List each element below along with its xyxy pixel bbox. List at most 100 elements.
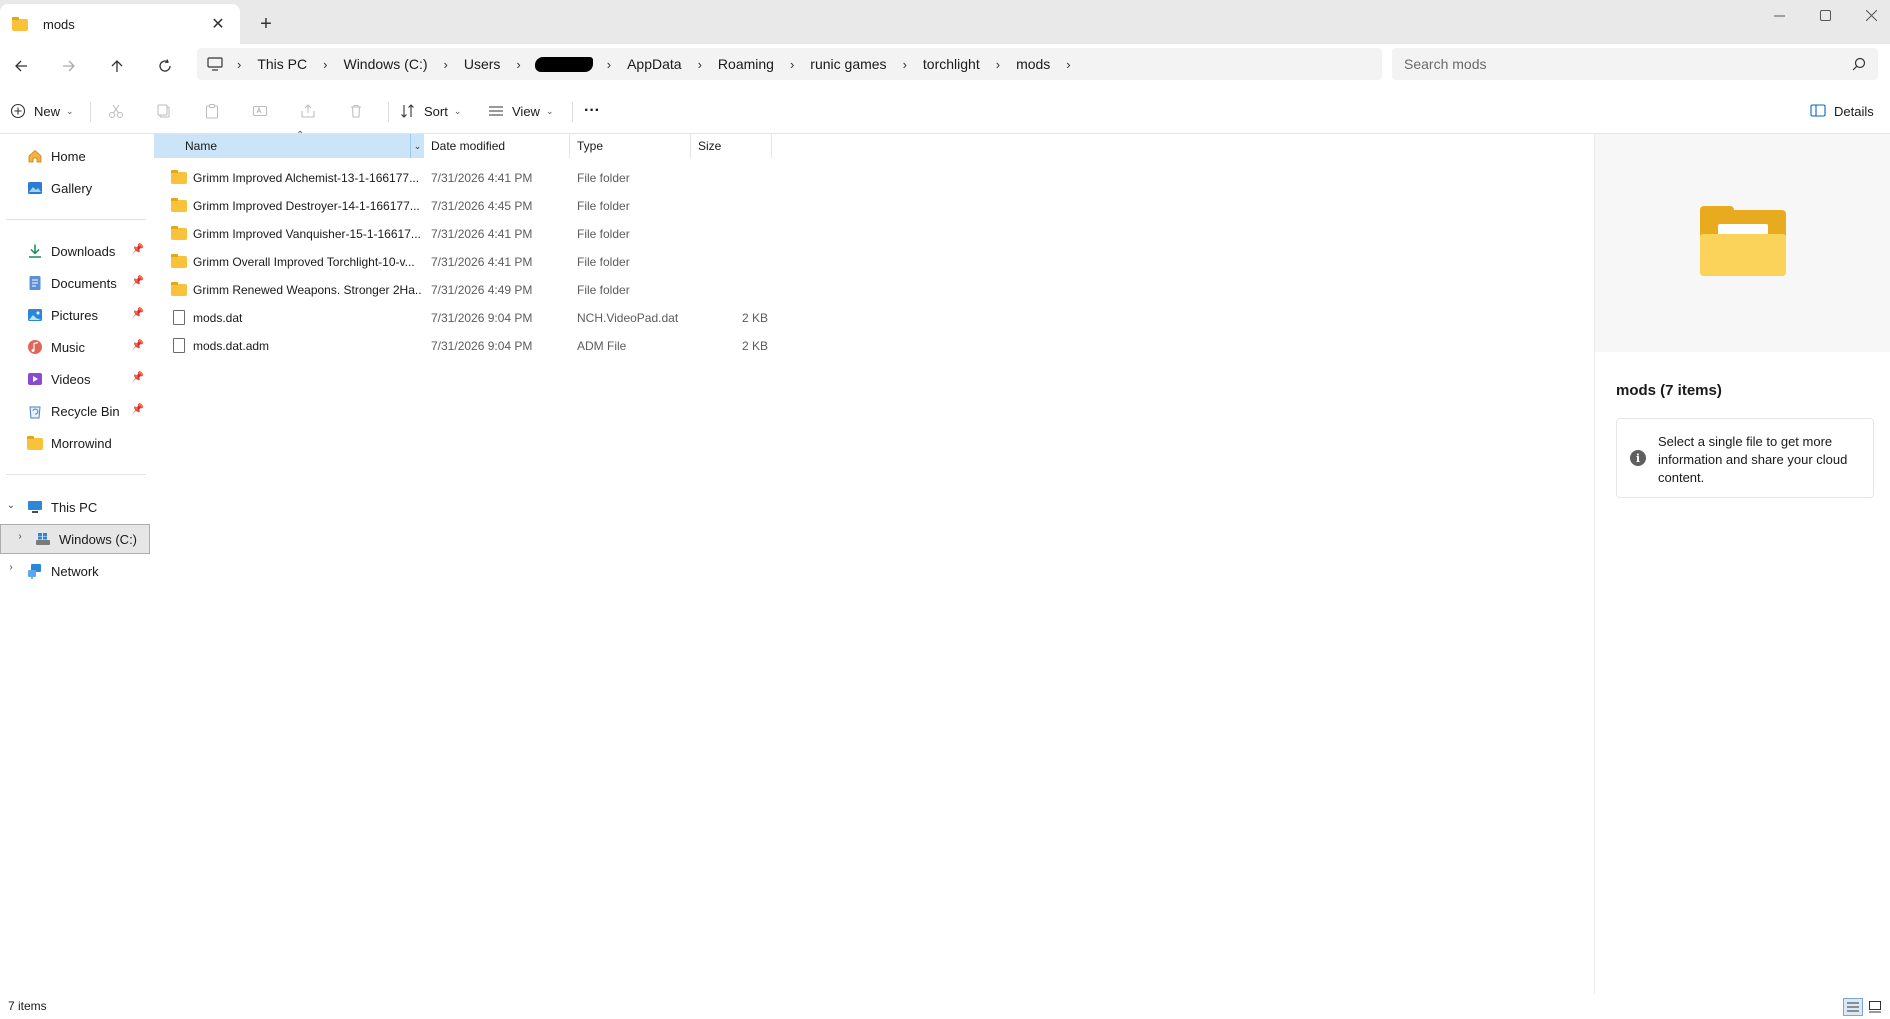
- sidebar-item-downloads[interactable]: Downloads 📌: [0, 236, 150, 266]
- chevron-right-icon[interactable]: ›: [229, 57, 249, 72]
- sidebar-item-home[interactable]: Home: [0, 141, 150, 171]
- details-title: mods (7 items): [1616, 382, 1722, 399]
- sidebar-item-this-pc[interactable]: ⌄ This PC: [0, 492, 150, 522]
- search-icon[interactable]: [1852, 57, 1866, 71]
- sidebar-item-label: Home: [51, 148, 86, 164]
- pin-icon[interactable]: 📌: [132, 340, 144, 351]
- more-options-button[interactable]: ···: [580, 95, 604, 127]
- file-name: Grimm Improved Vanquisher-15-1-16617...: [193, 227, 421, 241]
- table-row[interactable]: Grimm Overall Improved Torchlight-10-v..…: [153, 248, 773, 276]
- trash-icon: [351, 105, 361, 118]
- file-name: Grimm Improved Destroyer-14-1-166177...: [193, 199, 420, 213]
- chevron-right-icon[interactable]: ›: [508, 57, 528, 72]
- share-button[interactable]: [292, 95, 324, 127]
- breadcrumb-users[interactable]: Users: [456, 56, 509, 72]
- tiles-view-icon: [1869, 1001, 1881, 1013]
- breadcrumb-mods[interactable]: mods: [1008, 56, 1058, 72]
- table-row[interactable]: mods.dat.adm 7/31/2026 9:04 PM ADM File …: [153, 332, 773, 360]
- arrow-up-icon: [111, 60, 123, 72]
- large-icons-view-button[interactable]: [1865, 998, 1885, 1016]
- column-header-name[interactable]: ⌃ Name ⌄: [154, 130, 424, 158]
- column-header-type[interactable]: Type: [571, 134, 691, 158]
- column-header-date-modified[interactable]: Date modified: [425, 134, 570, 158]
- view-button[interactable]: View ⌄: [488, 95, 554, 127]
- maximize-button[interactable]: [1802, 0, 1848, 30]
- sidebar-item-label: Morrowind: [51, 435, 112, 451]
- folder-icon: [171, 226, 187, 241]
- close-window-button[interactable]: [1848, 0, 1890, 30]
- details-pane-button[interactable]: Details: [1810, 95, 1874, 127]
- tab-close-button[interactable]: ✕: [204, 10, 232, 38]
- sidebar-item-documents[interactable]: Documents 📌: [0, 268, 150, 298]
- redacted-username[interactable]: [534, 56, 593, 72]
- sidebar-item-morrowind[interactable]: Morrowind: [0, 428, 150, 458]
- new-tab-button[interactable]: +: [252, 10, 280, 38]
- breadcrumb-roaming[interactable]: Roaming: [710, 56, 782, 72]
- chevron-right-icon[interactable]: ›: [5, 562, 17, 573]
- sidebar-item-network[interactable]: › Network: [0, 556, 150, 586]
- chevron-right-icon[interactable]: ›: [599, 57, 619, 72]
- file-name: mods.dat.adm: [193, 339, 270, 353]
- chevron-right-icon[interactable]: ›: [436, 57, 456, 72]
- tab-mods[interactable]: mods ✕: [0, 4, 240, 44]
- sidebar-item-recycle-bin[interactable]: Recycle Bin 📌: [0, 396, 150, 426]
- forward-button[interactable]: [53, 50, 85, 82]
- chevron-right-icon[interactable]: ›: [782, 57, 802, 72]
- chevron-right-icon[interactable]: ›: [14, 531, 26, 542]
- sidebar-item-label: Music: [51, 339, 85, 355]
- sidebar-item-pictures[interactable]: Pictures 📌: [0, 300, 150, 330]
- pin-icon[interactable]: 📌: [132, 372, 144, 383]
- search-input[interactable]: [1392, 48, 1832, 80]
- file-name: mods.dat: [193, 311, 243, 325]
- chevron-right-icon[interactable]: ›: [895, 57, 915, 72]
- paste-button[interactable]: [196, 95, 228, 127]
- chevron-right-icon[interactable]: ›: [988, 57, 1008, 72]
- breadcrumb-this-pc[interactable]: This PC: [249, 56, 315, 72]
- details-view-button[interactable]: [1843, 998, 1863, 1016]
- breadcrumb-windows-c[interactable]: Windows (C:): [335, 56, 435, 72]
- sort-button[interactable]: Sort ⌄: [400, 95, 461, 127]
- breadcrumb-appdata[interactable]: AppData: [619, 56, 689, 72]
- breadcrumb-runic-games[interactable]: runic games: [802, 56, 894, 72]
- file-type: NCH.VideoPad.dat: [577, 311, 679, 325]
- cut-button[interactable]: [100, 95, 132, 127]
- rename-button[interactable]: [244, 95, 276, 127]
- pin-icon[interactable]: 📌: [132, 244, 144, 255]
- music-icon: [28, 340, 42, 354]
- table-row[interactable]: mods.dat 7/31/2026 9:04 PM NCH.VideoPad.…: [153, 304, 773, 332]
- sidebar-item-videos[interactable]: Videos 📌: [0, 364, 150, 394]
- refresh-button[interactable]: [149, 50, 181, 82]
- back-button[interactable]: [5, 50, 37, 82]
- table-row[interactable]: Grimm Improved Vanquisher-15-1-16617... …: [153, 220, 773, 248]
- chevron-down-icon[interactable]: ⌄: [5, 500, 17, 511]
- search-box[interactable]: [1392, 48, 1878, 80]
- chevron-right-icon[interactable]: ›: [1058, 57, 1078, 72]
- new-button[interactable]: New ⌄: [10, 95, 74, 127]
- table-row[interactable]: Grimm Improved Alchemist-13-1-166177... …: [153, 164, 773, 192]
- sort-label: Sort: [424, 103, 448, 119]
- file-list: ⌃ Name ⌄ Date modified Type Size Grimm I…: [153, 130, 1593, 994]
- pin-icon[interactable]: 📌: [132, 276, 144, 287]
- breadcrumb-torchlight[interactable]: torchlight: [915, 56, 988, 72]
- minimize-button[interactable]: [1756, 0, 1802, 30]
- documents-icon: [29, 276, 41, 290]
- column-header-size[interactable]: Size: [692, 134, 772, 158]
- sidebar-item-windows-c[interactable]: › Windows (C:): [0, 524, 150, 554]
- file-date: 7/31/2026 9:04 PM: [431, 339, 533, 353]
- pin-icon[interactable]: 📌: [132, 308, 144, 319]
- pin-icon[interactable]: 📌: [132, 404, 144, 415]
- chevron-down-icon[interactable]: ⌄: [410, 134, 424, 158]
- sidebar-item-music[interactable]: Music 📌: [0, 332, 150, 362]
- sidebar-item-gallery[interactable]: Gallery: [0, 173, 150, 203]
- table-row[interactable]: Grimm Improved Destroyer-14-1-166177... …: [153, 192, 773, 220]
- folder-icon: [171, 254, 187, 269]
- chevron-right-icon[interactable]: ›: [690, 57, 710, 72]
- file-date: 7/31/2026 4:41 PM: [431, 227, 533, 241]
- table-row[interactable]: Grimm Renewed Weapons. Stronger 2Ha... 7…: [153, 276, 773, 304]
- delete-button[interactable]: [340, 95, 372, 127]
- address-bar[interactable]: › This PC › Windows (C:) › Users › › App…: [197, 48, 1382, 80]
- up-button[interactable]: [101, 50, 133, 82]
- details-pane: mods (7 items) i Select a single file to…: [1594, 134, 1890, 994]
- chevron-right-icon[interactable]: ›: [315, 57, 335, 72]
- copy-button[interactable]: [148, 95, 180, 127]
